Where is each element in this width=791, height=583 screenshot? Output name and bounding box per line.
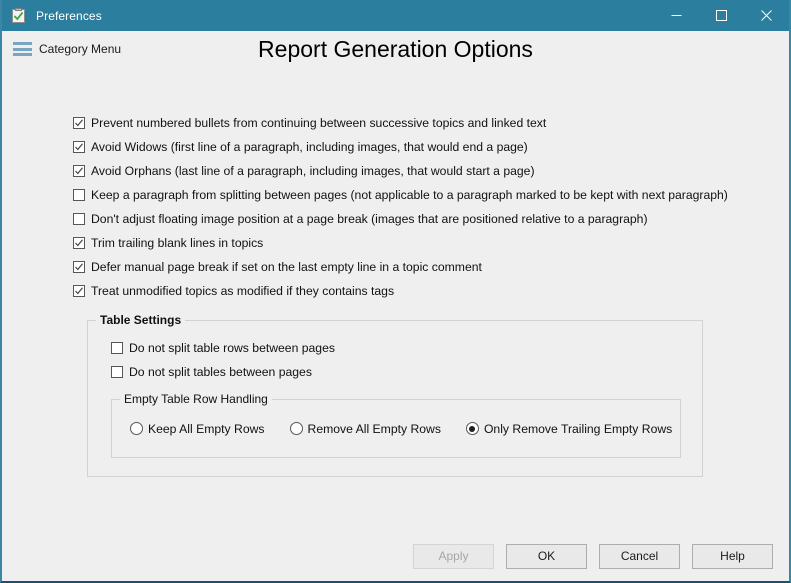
radio-keep-all-empty-rows[interactable]: Keep All Empty Rows: [130, 422, 265, 436]
option-label-4: Don't adjust floating image position at …: [91, 212, 648, 226]
option-label-6: Defer manual page break if set on the la…: [91, 260, 482, 274]
window-controls: [654, 0, 789, 31]
report-options-list: Prevent numbered bullets from continuing…: [2, 113, 789, 305]
table-option-row-1[interactable]: Do not split tables between pages: [111, 362, 702, 386]
checkbox-do-not-split-tables[interactable]: [111, 366, 123, 378]
page-title: Report Generation Options: [258, 36, 533, 62]
minimize-button[interactable]: [654, 0, 699, 31]
radio-indicator-keep-all[interactable]: [130, 422, 143, 435]
empty-row-handling-title: Empty Table Row Handling: [120, 392, 272, 406]
checkbox-avoid-widows[interactable]: [73, 141, 85, 153]
checkbox-dont-adjust-floating-image[interactable]: [73, 213, 85, 225]
preferences-window: Preferences Category Menu Report Generat…: [0, 0, 791, 583]
table-settings-title: Table Settings: [96, 313, 186, 327]
checkbox-treat-unmodified-topics[interactable]: [73, 285, 85, 297]
option-row-4[interactable]: Don't adjust floating image position at …: [73, 209, 789, 233]
checkbox-do-not-split-table-rows[interactable]: [111, 342, 123, 354]
checkbox-avoid-orphans[interactable]: [73, 165, 85, 177]
radio-indicator-only-trailing[interactable]: [465, 422, 479, 435]
close-button[interactable]: [744, 0, 789, 31]
maximize-button[interactable]: [699, 0, 744, 31]
option-label-3: Keep a paragraph from splitting between …: [91, 188, 728, 202]
table-option-row-0[interactable]: Do not split table rows between pages: [111, 338, 702, 362]
option-label-5: Trim trailing blank lines in topics: [91, 236, 264, 250]
option-row-2[interactable]: Avoid Orphans (last line of a paragraph,…: [73, 161, 789, 185]
checkbox-defer-manual-page-break[interactable]: [73, 261, 85, 273]
radio-only-remove-trailing-empty-rows[interactable]: Only Remove Trailing Empty Rows: [465, 421, 673, 436]
dialog-buttons: Apply OK Cancel Help: [413, 544, 773, 569]
clipboard-check-icon: [11, 7, 27, 24]
option-row-3[interactable]: Keep a paragraph from splitting between …: [73, 185, 789, 209]
apply-button[interactable]: Apply: [413, 544, 494, 569]
radio-label-2: Only Remove Trailing Empty Rows: [483, 421, 673, 436]
table-option-label-0: Do not split table rows between pages: [129, 341, 335, 355]
option-label-2: Avoid Orphans (last line of a paragraph,…: [91, 164, 535, 178]
radio-label-1: Remove All Empty Rows: [307, 421, 441, 436]
checkbox-prevent-numbered-bullets[interactable]: [73, 117, 85, 129]
option-label-1: Avoid Widows (first line of a paragraph,…: [91, 140, 528, 154]
option-row-5[interactable]: Trim trailing blank lines in topics: [73, 233, 789, 257]
checkbox-trim-trailing-blank-lines[interactable]: [73, 237, 85, 249]
option-row-1[interactable]: Avoid Widows (first line of a paragraph,…: [73, 137, 789, 161]
option-row-6[interactable]: Defer manual page break if set on the la…: [73, 257, 789, 281]
table-option-label-1: Do not split tables between pages: [129, 365, 312, 379]
cancel-button[interactable]: Cancel: [599, 544, 680, 569]
radio-remove-all-empty-rows[interactable]: Remove All Empty Rows: [289, 421, 441, 436]
option-row-0[interactable]: Prevent numbered bullets from continuing…: [73, 113, 789, 137]
option-label-0: Prevent numbered bullets from continuing…: [91, 116, 547, 130]
title-bar: Preferences: [2, 0, 789, 31]
table-settings-options: Do not split table rows between pages Do…: [88, 321, 702, 386]
radio-indicator-remove-all[interactable]: [289, 422, 303, 435]
option-label-7: Treat unmodified topics as modified if t…: [91, 284, 395, 298]
radio-label-0: Keep All Empty Rows: [148, 421, 265, 436]
window-title: Preferences: [36, 8, 102, 23]
ok-button[interactable]: OK: [506, 544, 587, 569]
help-button[interactable]: Help: [692, 544, 773, 569]
empty-row-handling-radios: Keep All Empty Rows Remove All Empty Row…: [112, 400, 680, 457]
checkbox-keep-paragraph-together[interactable]: [73, 189, 85, 201]
empty-table-row-handling-group: Empty Table Row Handling Keep All Empty …: [111, 392, 681, 458]
option-row-7[interactable]: Treat unmodified topics as modified if t…: [73, 281, 789, 305]
table-settings-group: Table Settings Do not split table rows b…: [87, 313, 703, 477]
